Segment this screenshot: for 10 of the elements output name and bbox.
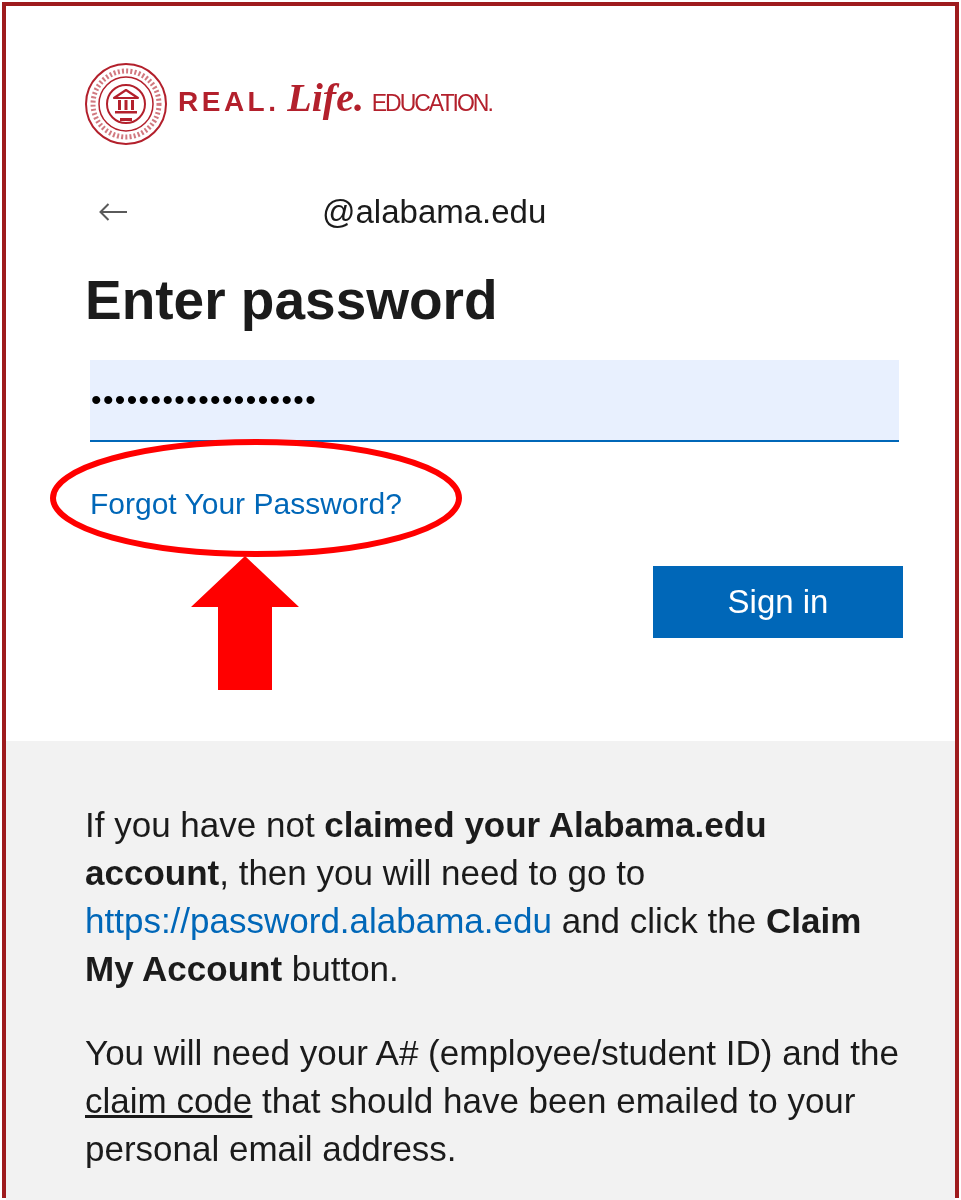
password-field[interactable]: ••••••••••••••••••• [90, 360, 899, 442]
page-title: Enter password [85, 268, 498, 333]
sign-in-button[interactable]: Sign in [653, 566, 903, 638]
password-site-link[interactable]: https://password.alabama.edu [85, 901, 552, 940]
info-paragraph: You will need your A# (employee/student ID) and the claim code that should have been emailed to your personal email address. [85, 1032, 900, 1170]
seal-icon [85, 63, 167, 145]
info-paragraph: If you have not claimed your Alabama.edu account, then you will need to go to https://password.alabama.edu and click the Claim My Account button. [85, 804, 863, 990]
logo-wordmark: REAL. Life. EDUCATION. [178, 78, 492, 118]
back-arrow-icon[interactable] [98, 202, 128, 222]
account-email: @alabama.edu [322, 192, 547, 232]
